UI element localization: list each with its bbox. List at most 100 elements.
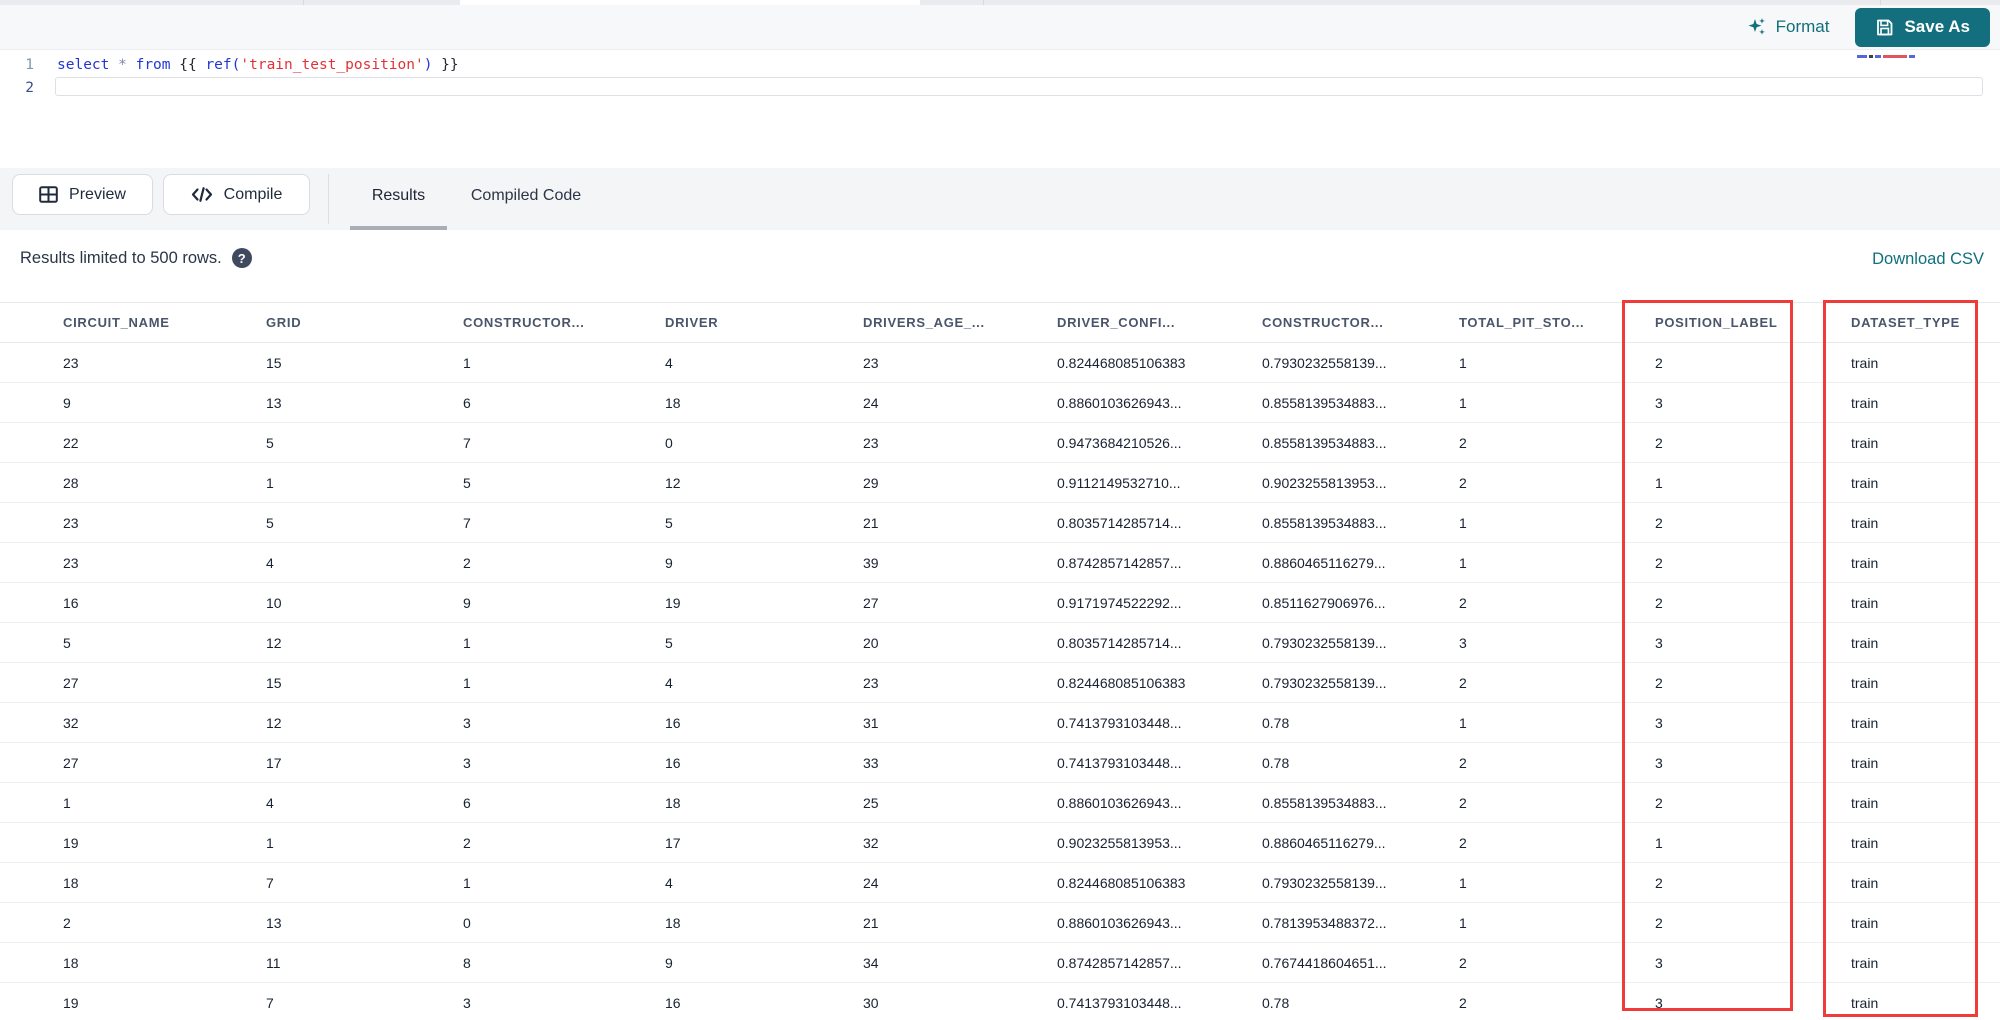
code-token: * (118, 57, 127, 73)
table-row: 2 13 0 18 21 0.8860103626943... 0.781395348837… (0, 903, 2000, 943)
line-number-1: 1 (25, 57, 34, 73)
tab-compiled-code[interactable]: Compiled Code (462, 183, 590, 209)
table-cell: train (1851, 714, 1879, 731)
table-cell: 1 (1459, 394, 1467, 411)
table-cell: train (1851, 634, 1879, 651)
table-cell: train (1851, 794, 1879, 811)
table-cell: 23 (63, 354, 79, 371)
table-cell: 17 (266, 754, 282, 771)
column-header: GRID (266, 315, 302, 330)
table-row: 18 7 1 4 24 0.824468085106383 0.7930232558139.… (0, 863, 2000, 903)
download-csv-link[interactable]: Download CSV (1872, 250, 1984, 269)
code-token: from (135, 57, 171, 73)
table-cell: 6 (463, 794, 471, 811)
column-header: CIRCUIT_NAME (63, 315, 170, 330)
table-cell: train (1851, 874, 1879, 891)
table-cell: 22 (63, 434, 79, 451)
save-as-button[interactable]: Save As (1855, 7, 1990, 47)
compile-label: Compile (223, 185, 283, 203)
table-row: 32 12 3 16 31 0.7413793103448... 0.78 1 3 train (0, 703, 2000, 743)
table-cell: 0.9112149532710... (1057, 474, 1181, 491)
compile-button[interactable]: Compile (163, 174, 310, 215)
table-cell: 15 (266, 354, 282, 371)
table-cell: 32 (863, 834, 879, 851)
table-cell: train (1851, 354, 1879, 371)
table-cell: 5 (463, 474, 471, 491)
table-cell: 16 (63, 594, 79, 611)
preview-label: Preview (69, 185, 126, 203)
table-cell: 2 (1655, 874, 1663, 891)
table-cell: 1 (463, 634, 471, 651)
table-cell: 5 (665, 514, 673, 531)
table-cell: 32 (63, 714, 79, 731)
table-cell: 2 (1655, 674, 1663, 691)
table-cell: train (1851, 754, 1879, 771)
table-cell: 4 (266, 794, 274, 811)
table-cell: train (1851, 674, 1879, 691)
table-cell: 18 (665, 794, 681, 811)
help-icon[interactable]: ? (231, 248, 252, 268)
column-header: DRIVERS_AGE_... (863, 315, 985, 330)
table-cell: 0.9171974522292... (1057, 594, 1182, 611)
table-cell: 0.8860465116279... (1262, 834, 1386, 851)
table-cell: 2 (463, 834, 471, 851)
table-cell: train (1851, 474, 1879, 491)
table-cell: 34 (863, 954, 879, 971)
table-cell: 0.78 (1262, 754, 1290, 771)
table-cell: 2 (1655, 594, 1663, 611)
table-cell: 3 (463, 754, 471, 771)
table-cell: 1 (266, 474, 274, 491)
table-cell: 1 (1459, 714, 1467, 731)
table-cell: 9 (665, 554, 673, 571)
table-cell: 2 (63, 914, 71, 931)
save-as-label: Save As (1904, 17, 1970, 36)
column-header: DATASET_TYPE (1851, 315, 1961, 330)
table-cell: 24 (863, 874, 879, 891)
results-info-bar: Results limited to 500 rows. ? Download … (0, 230, 2000, 302)
table-cell: 2 (1655, 554, 1663, 571)
table-cell: 27 (63, 674, 79, 691)
table-cell: 3 (463, 714, 471, 731)
column-header: DRIVER (665, 315, 719, 330)
table-cell: 39 (863, 554, 879, 571)
column-header: DRIVER_CONFI... (1057, 315, 1176, 330)
table-row: 19 1 2 17 32 0.9023255813953... 0.886046511627… (0, 823, 2000, 863)
preview-button[interactable]: Preview (12, 174, 153, 215)
table-cell: 23 (863, 354, 879, 371)
table-cell: 2 (1459, 474, 1467, 491)
table-cell: 12 (665, 474, 681, 491)
table-cell: 0.9473684210526... (1057, 434, 1182, 451)
table-row: 23 4 2 9 39 0.8742857142857... 0.8860465116279… (0, 543, 2000, 583)
table-cell: 3 (1459, 634, 1467, 651)
table-cell: 1 (1655, 474, 1663, 491)
code-line[interactable]: select * from {{ ref('train_test_positio… (57, 55, 2000, 75)
table-row: 1 4 6 18 25 0.8860103626943... 0.8558139534883… (0, 783, 2000, 823)
table-row: 23 15 1 4 23 0.824468085106383 0.7930232558139… (0, 343, 2000, 383)
table-cell: 23 (63, 514, 79, 531)
table-cell: 0.8860465116279... (1262, 554, 1386, 571)
table-cell: 3 (1655, 714, 1663, 731)
table-cell: 15 (266, 674, 282, 691)
table-cell: 0.8558139534883... (1262, 434, 1387, 451)
table-cell: 0.8742857142857... (1057, 954, 1182, 971)
tab-results[interactable]: Results (350, 183, 447, 209)
table-cell: 2 (1459, 674, 1467, 691)
format-button[interactable]: Format (1747, 17, 1829, 37)
results-table: CIRCUIT_NAME GRID CONSTRUCTOR... DRIVER DRIV… (0, 302, 2000, 1020)
sql-editor[interactable]: 1 2 select * from {{ ref('train_test_pos… (0, 50, 2000, 168)
table-cell: 18 (63, 874, 79, 891)
table-cell: 1 (463, 354, 471, 371)
table-cell: 0.7930232558139... (1262, 634, 1387, 651)
table-cell: 16 (665, 994, 681, 1011)
table-cell: 1 (1459, 354, 1467, 371)
table-cell: 30 (863, 994, 879, 1011)
code-token: }} (432, 57, 459, 73)
table-cell: 0.7413793103448... (1057, 754, 1182, 771)
table-cell: 29 (863, 474, 879, 491)
table-cell: 1 (1459, 514, 1467, 531)
table-cell: 0.8860103626943... (1057, 794, 1182, 811)
table-cell: 25 (863, 794, 879, 811)
table-cell: 2 (1655, 354, 1663, 371)
table-icon (39, 186, 58, 203)
table-cell: 0 (463, 914, 471, 931)
